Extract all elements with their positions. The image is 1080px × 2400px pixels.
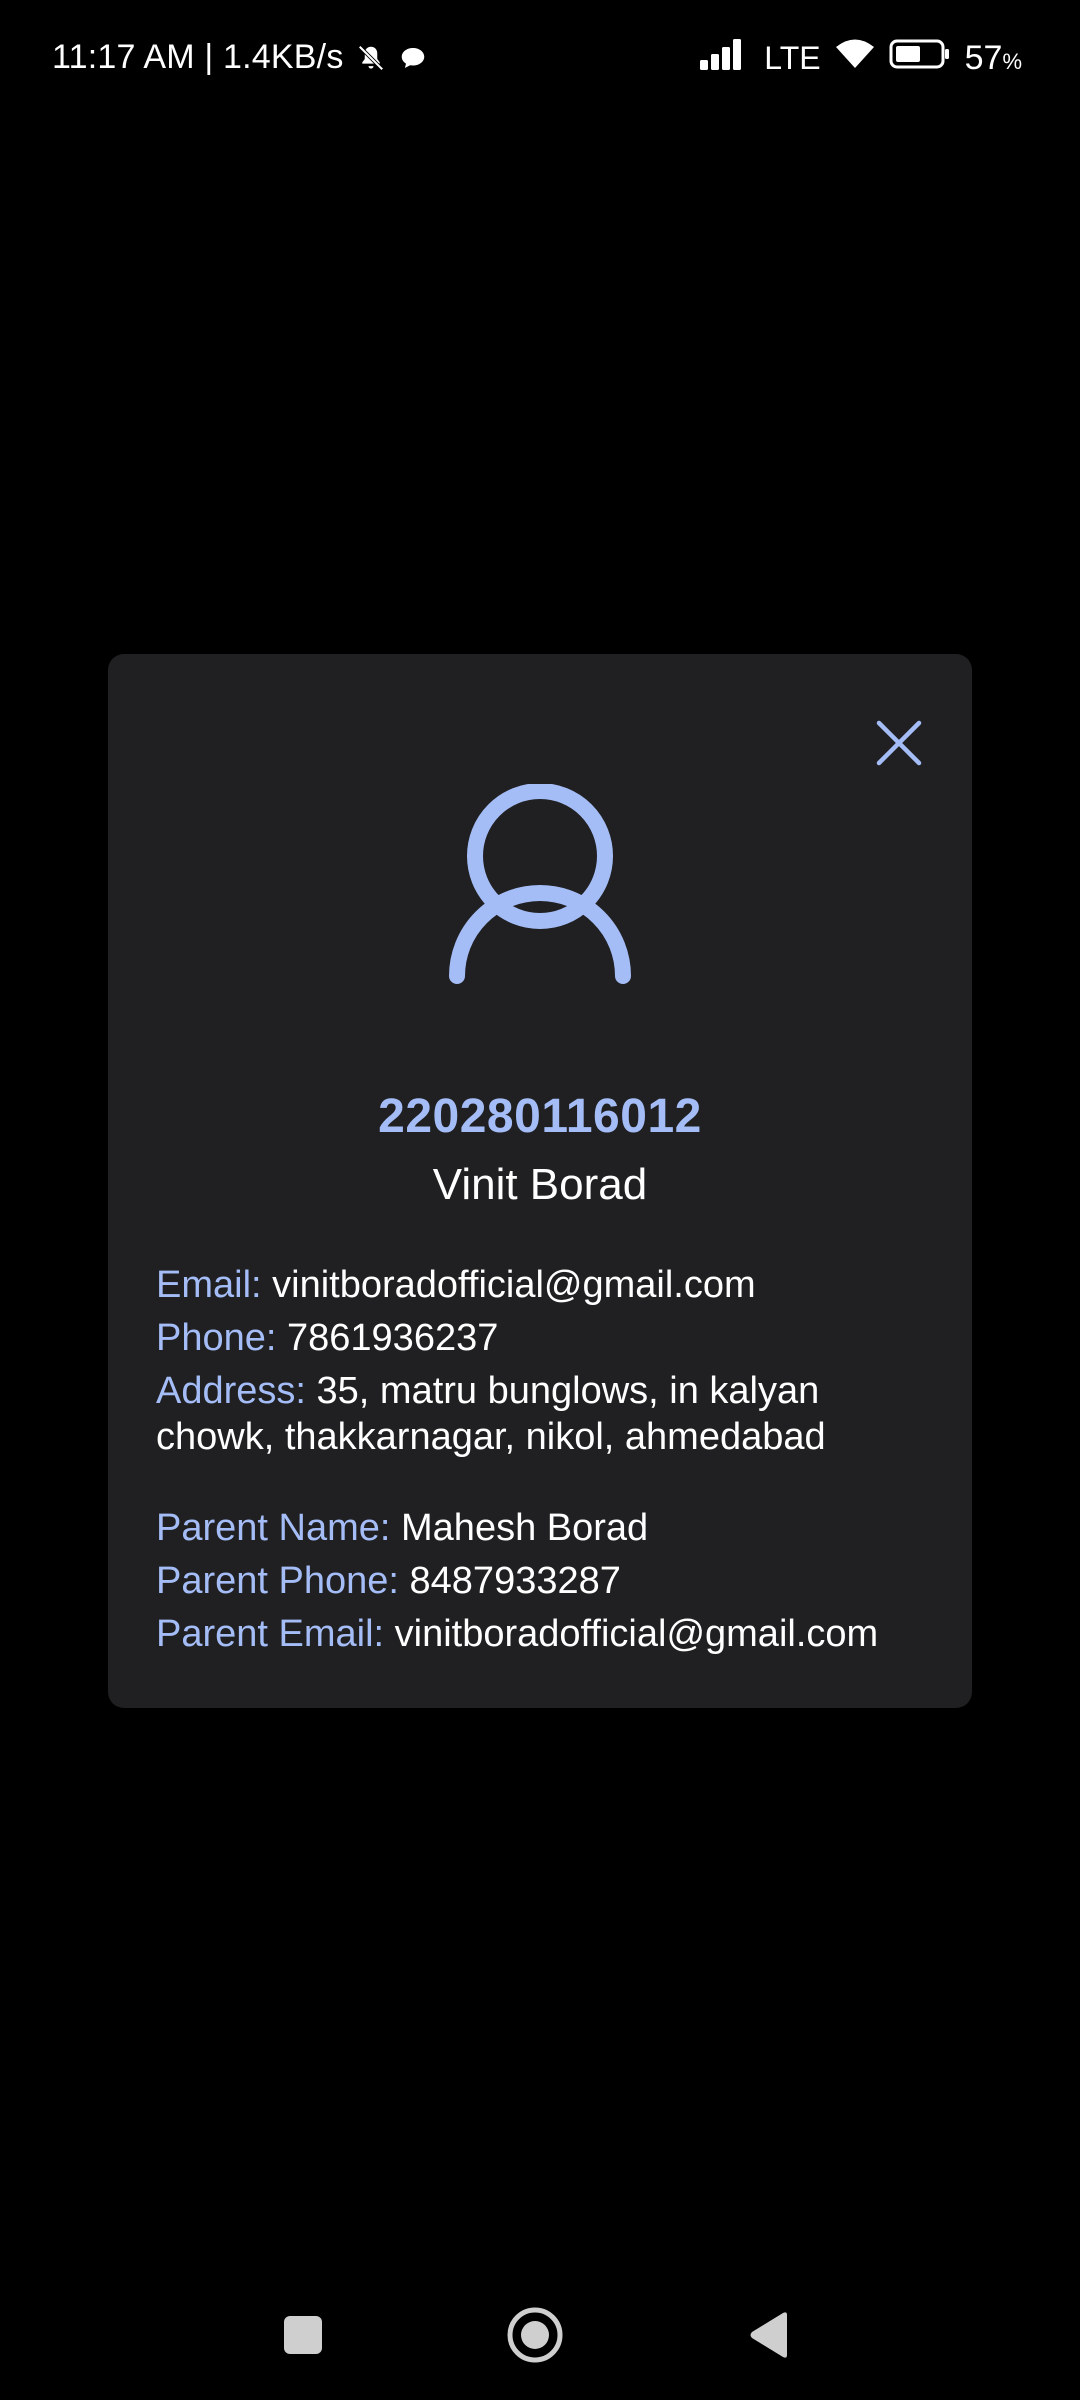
chat-bubble-icon xyxy=(398,43,428,73)
parent-email-label: Parent Email: xyxy=(156,1613,385,1655)
cell-signal-icon xyxy=(700,38,750,79)
parent-name-label: Parent Name: xyxy=(156,1507,391,1549)
close-button[interactable] xyxy=(864,708,934,778)
parent-phone-value: 8487933287 xyxy=(409,1560,621,1602)
student-details: Email: vinitboradofficial@gmail.com Phon… xyxy=(156,1262,946,1664)
network-type: LTE xyxy=(764,40,821,76)
muted-bell-icon xyxy=(356,43,386,73)
student-name: Vinit Borad xyxy=(432,1160,648,1209)
battery-unit: % xyxy=(1002,49,1022,74)
back-button[interactable] xyxy=(724,2290,814,2380)
address-row: Address: 35, matru bunglows, in kalyan c… xyxy=(156,1368,946,1460)
battery-percentage: 57% xyxy=(965,39,1022,78)
avatar xyxy=(444,783,636,984)
phone-label: Phone: xyxy=(156,1317,277,1359)
email-label: Email: xyxy=(156,1264,262,1306)
status-right: LTE 57% xyxy=(686,38,1022,79)
wifi-icon xyxy=(835,38,875,79)
status-left: 11:17 AM | 1.4KB/s xyxy=(52,38,428,77)
recents-button[interactable] xyxy=(258,2290,348,2380)
back-triangle-icon xyxy=(750,2312,787,2358)
battery-value: 57 xyxy=(964,39,1003,77)
parent-phone-row: Parent Phone: 8487933287 xyxy=(156,1558,946,1604)
battery-icon xyxy=(889,38,951,79)
recents-square-icon xyxy=(284,2316,322,2354)
home-button[interactable] xyxy=(490,2290,580,2380)
person-outline-icon xyxy=(449,783,631,984)
email-value: vinitboradofficial@gmail.com xyxy=(272,1264,756,1306)
address-label: Address: xyxy=(156,1370,306,1412)
student-detail-dialog: 220280116012 Vinit Borad Email: vinitbor… xyxy=(108,654,972,1708)
parent-email-value: vinitboradofficial@gmail.com xyxy=(394,1613,879,1655)
student-id: 220280116012 xyxy=(378,1090,702,1143)
email-row: Email: vinitboradofficial@gmail.com xyxy=(156,1262,946,1308)
status-time-speed: 11:17 AM | 1.4KB/s xyxy=(52,38,344,76)
phone-row: Phone: 7861936237 xyxy=(156,1315,946,1361)
navigation-bar xyxy=(0,2290,1080,2380)
parent-name-value: Mahesh Borad xyxy=(401,1507,649,1549)
home-circle-icon xyxy=(507,2307,563,2363)
parent-email-row: Parent Email: vinitboradofficial@gmail.c… xyxy=(156,1611,946,1657)
parent-name-row: Parent Name: Mahesh Borad xyxy=(156,1505,946,1551)
status-bar: 11:17 AM | 1.4KB/s LTE 57% xyxy=(0,0,1080,122)
phone-value: 7861936237 xyxy=(287,1317,499,1359)
parent-phone-label: Parent Phone: xyxy=(156,1560,399,1602)
close-icon xyxy=(876,720,922,766)
